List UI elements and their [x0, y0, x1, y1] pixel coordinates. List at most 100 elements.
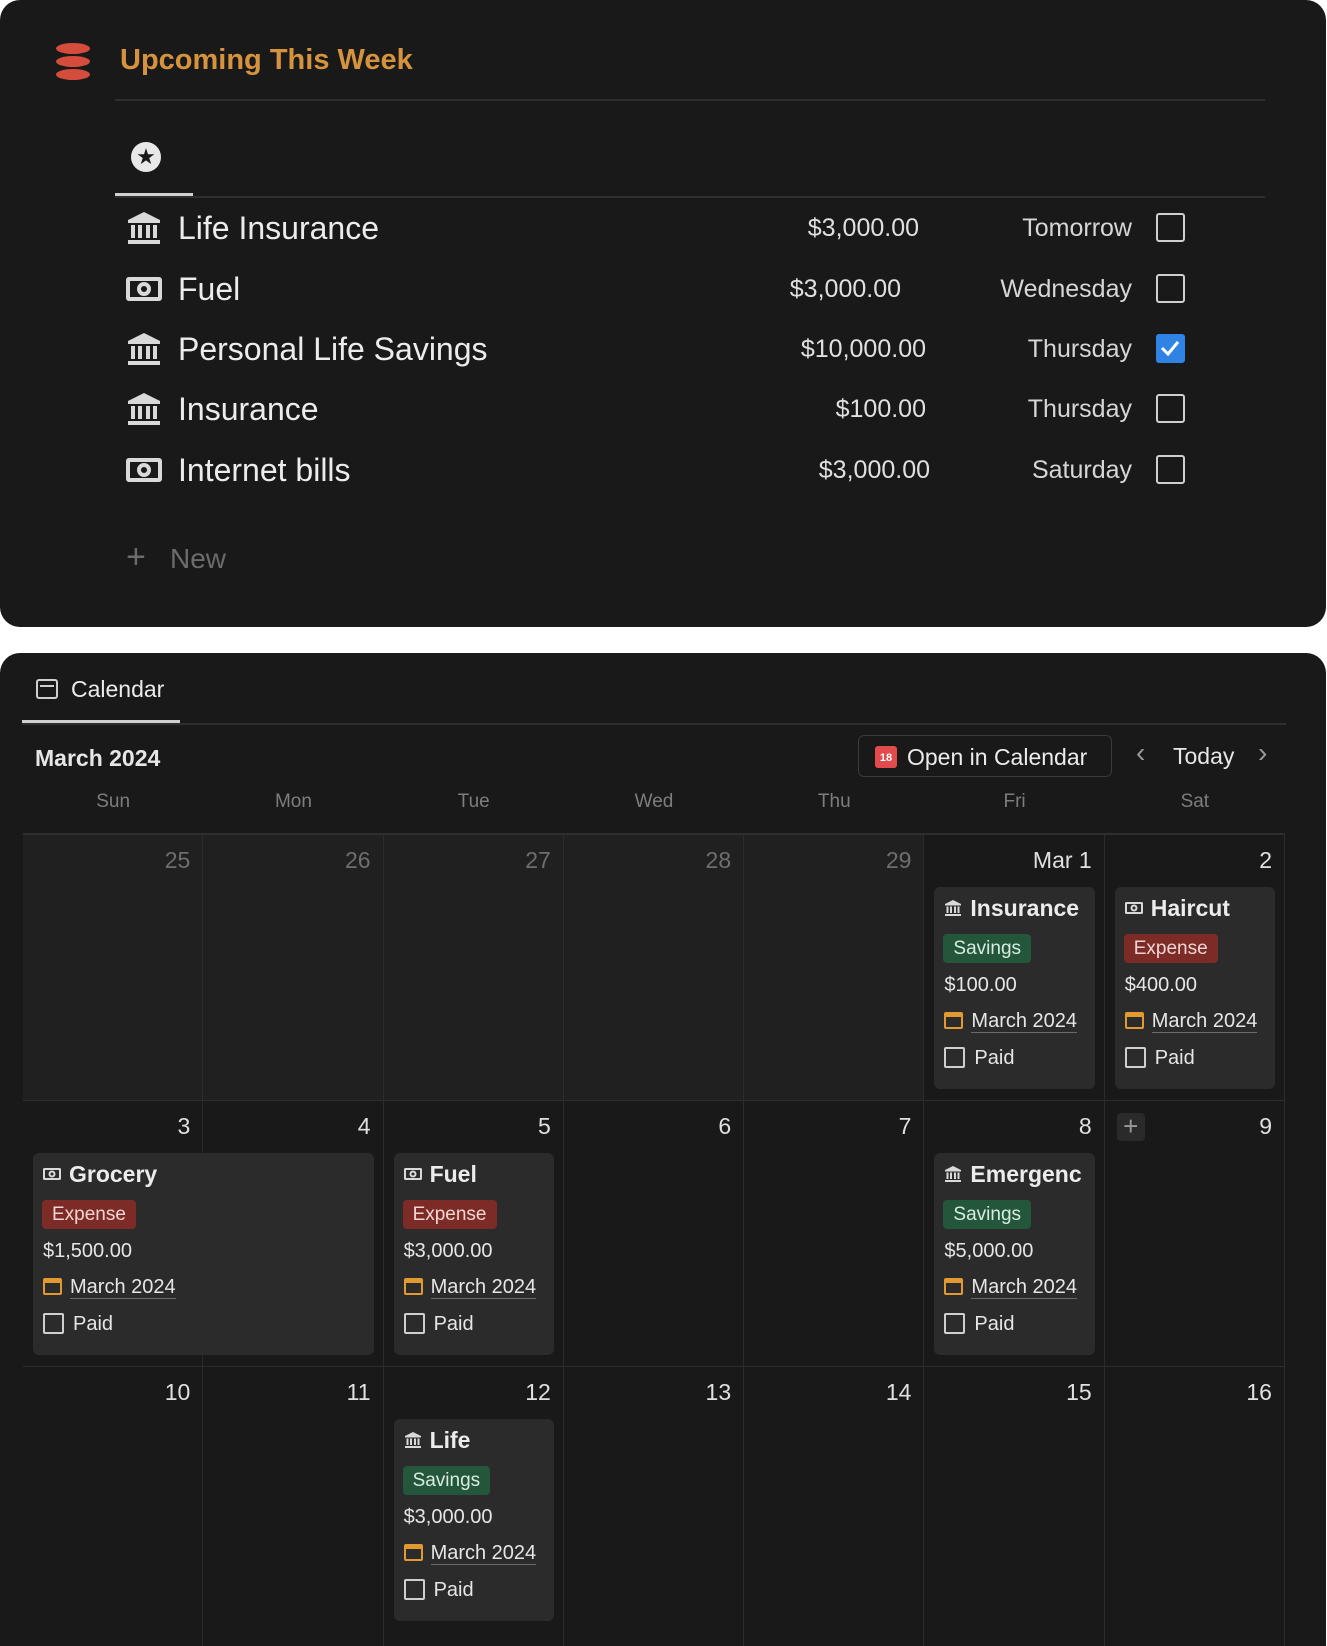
row-title[interactable]: Personal Life Savings — [178, 331, 488, 368]
weekday-header: Sun Mon Tue Wed Thu Fri Sat — [23, 791, 1285, 821]
calendar-icon — [944, 1278, 964, 1295]
star-badge-icon: ★ — [131, 142, 161, 172]
calendar-day-cell[interactable]: 27 — [383, 835, 564, 1101]
cash-icon — [1124, 896, 1145, 914]
paid-checkbox[interactable] — [1156, 334, 1185, 363]
calendar-icon — [403, 1278, 423, 1295]
event-card[interactable]: Life Savings $3,000.00 March 2024 Paid — [393, 1419, 554, 1621]
calendar-day-cell[interactable]: 29 — [744, 835, 925, 1101]
calendar-day-cell[interactable]: 28 — [563, 835, 745, 1101]
paid-checkbox[interactable] — [1156, 274, 1185, 303]
event-card[interactable]: Insurance Savings $100.00 March 2024 Paid — [934, 887, 1095, 1089]
calendar-day-cell[interactable]: 9 + — [1104, 1101, 1285, 1367]
day-number: 14 — [885, 1379, 912, 1405]
event-title-text: Life — [429, 1427, 471, 1453]
paid-checkbox[interactable] — [1124, 1047, 1146, 1068]
calendar-icon — [1124, 1012, 1144, 1029]
calendar-day-cell[interactable]: 13 — [564, 1367, 745, 1646]
chevron-right-icon[interactable]: › — [1258, 737, 1267, 769]
row-title[interactable]: Insurance — [178, 391, 319, 428]
event-date-text: March 2024 — [430, 1276, 537, 1299]
page-title[interactable]: Upcoming This Week — [120, 44, 413, 77]
divider — [22, 723, 1286, 725]
row-due-day: Wednesday — [1000, 275, 1132, 303]
event-card[interactable]: Emergenc Savings $5,000.00 March 2024 Paid — [934, 1153, 1095, 1355]
calendar-day-cell[interactable]: 26 — [203, 835, 384, 1101]
paid-checkbox[interactable] — [944, 1047, 966, 1068]
paid-checkbox[interactable] — [403, 1579, 425, 1600]
event-date-text: March 2024 — [1151, 1010, 1258, 1033]
chevron-left-icon[interactable]: ‹ — [1136, 737, 1145, 769]
calendar-day-cell[interactable]: 25 — [23, 835, 204, 1101]
calendar-panel: Calendar March 2024 18 Open in Calendar … — [0, 653, 1326, 1646]
weekday-label: Wed — [634, 791, 674, 812]
checkmark-icon — [1160, 341, 1180, 357]
calendar-app-icon: 18 — [875, 746, 897, 768]
calendar-day-cell[interactable]: 16 — [1105, 1367, 1285, 1646]
upcoming-row[interactable]: Insurance $100.00 Thursday — [126, 385, 1256, 433]
category-tag: Savings — [943, 1200, 1032, 1229]
event-date-text: March 2024 — [430, 1542, 537, 1565]
day-number: 12 — [525, 1379, 551, 1405]
paid-field: Paid — [1124, 1047, 1195, 1070]
day-number: 4 — [357, 1113, 371, 1139]
event-amount: $5,000.00 — [944, 1240, 1034, 1262]
add-event-button[interactable]: + — [1116, 1113, 1145, 1141]
calendar-icon — [403, 1544, 423, 1561]
weekday-label: Sat — [1180, 791, 1210, 812]
bank-icon — [944, 896, 964, 916]
day-number: 28 — [705, 847, 732, 873]
event-card[interactable]: Haircut Expense $400.00 March 2024 Paid — [1114, 887, 1275, 1089]
new-row-button[interactable]: + New — [126, 538, 226, 577]
row-title[interactable]: Fuel — [178, 271, 240, 308]
calendar-day-cell[interactable]: 11 — [203, 1367, 384, 1646]
open-in-calendar-label: Open in Calendar — [907, 744, 1088, 770]
category-tag: Savings — [943, 934, 1032, 963]
calendar-day-cell[interactable]: 6 — [563, 1101, 745, 1367]
weekday-label: Fri — [1003, 791, 1026, 812]
calendar-day-cell[interactable]: 7 — [744, 1101, 925, 1367]
event-date: March 2024 — [944, 1010, 1078, 1033]
day-number: 26 — [344, 847, 371, 873]
event-amount: $3,000.00 — [403, 1240, 493, 1262]
paid-checkbox[interactable] — [43, 1313, 64, 1334]
cash-icon — [126, 452, 162, 488]
row-title[interactable]: Internet bills — [178, 452, 351, 489]
upcoming-row[interactable]: Life Insurance $3,000.00 Tomorrow — [126, 204, 1256, 252]
event-title-text: Emergenc — [970, 1161, 1082, 1187]
tab-default-view[interactable]: ★ — [115, 130, 193, 196]
paid-label: Paid — [433, 1579, 474, 1601]
paid-checkbox[interactable] — [403, 1313, 425, 1334]
tab-calendar[interactable]: Calendar — [22, 673, 180, 723]
upcoming-row[interactable]: Personal Life Savings $10,000.00 Thursday — [126, 325, 1256, 373]
today-button[interactable]: Today — [1173, 743, 1234, 770]
paid-checkbox[interactable] — [1156, 394, 1185, 423]
calendar-day-cell[interactable]: 14 — [744, 1367, 925, 1646]
paid-checkbox[interactable] — [1156, 213, 1185, 242]
calendar-day-cell[interactable]: 15 — [924, 1367, 1105, 1646]
calendar-icon — [43, 1278, 62, 1295]
event-card[interactable]: Grocery Expense $1,500.00 March 2024 Paid — [33, 1153, 374, 1355]
paid-checkbox[interactable] — [944, 1313, 966, 1334]
event-title-text: Fuel — [429, 1161, 477, 1187]
event-amount: $1,500.00 — [43, 1240, 132, 1262]
calendar-day-cell[interactable]: 10 — [23, 1367, 204, 1646]
database-icon — [56, 40, 90, 84]
event-date: March 2024 — [1124, 1010, 1258, 1033]
event-title: Grocery — [43, 1161, 370, 1188]
paid-label: Paid — [433, 1313, 474, 1335]
divider — [115, 196, 1265, 198]
day-number: 2 — [1259, 847, 1272, 873]
event-amount: $3,000.00 — [403, 1506, 493, 1528]
event-title: Emergenc — [944, 1161, 1090, 1188]
event-card[interactable]: Fuel Expense $3,000.00 March 2024 Paid — [393, 1153, 554, 1355]
upcoming-row[interactable]: Fuel $3,000.00 Wednesday — [126, 265, 1256, 313]
row-title[interactable]: Life Insurance — [178, 210, 379, 247]
open-in-calendar-button[interactable]: 18 Open in Calendar — [858, 735, 1112, 777]
weekday-label: Sun — [96, 791, 131, 812]
upcoming-row[interactable]: Internet bills $3,000.00 Saturday — [126, 446, 1256, 494]
event-title-text: Haircut — [1150, 895, 1230, 921]
paid-field: Paid — [944, 1047, 1014, 1070]
paid-checkbox[interactable] — [1156, 455, 1185, 484]
day-number: 9 — [1259, 1113, 1272, 1139]
